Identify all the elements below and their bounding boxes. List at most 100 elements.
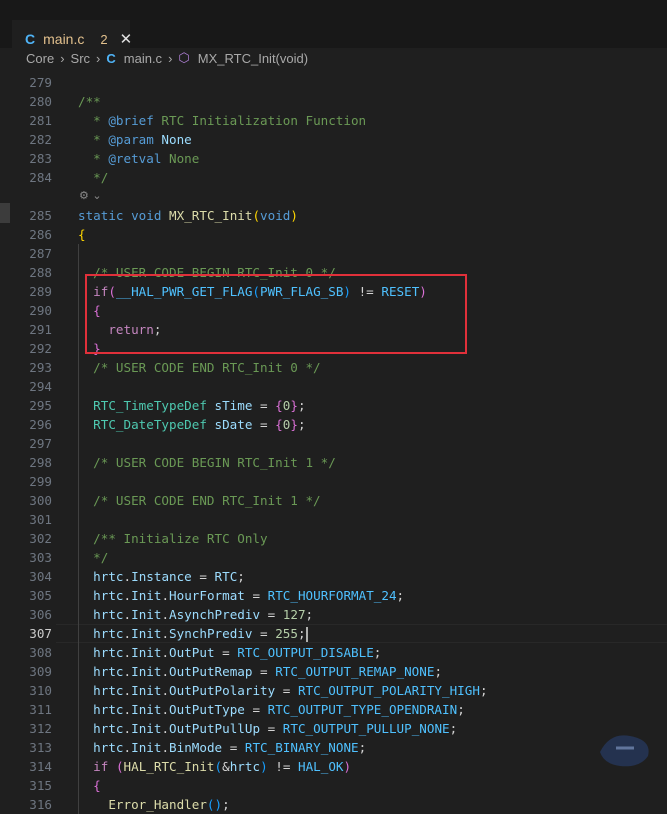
line-code[interactable]: if(__HAL_PWR_GET_FLAG(PWR_FLAG_SB) != RE…: [78, 282, 427, 301]
code-line[interactable]: 309 hrtc.Init.OutPutRemap = RTC_OUTPUT_R…: [0, 662, 667, 681]
line-code[interactable]: return;: [78, 320, 161, 339]
code-line[interactable]: 314 if (HAL_RTC_Init(&hrtc) != HAL_OK): [0, 757, 667, 776]
code-line[interactable]: 287: [0, 244, 667, 263]
line-code[interactable]: hrtc.Init.HourFormat = RTC_HOURFORMAT_24…: [78, 586, 404, 605]
line-code[interactable]: RTC_TimeTypeDef sTime = {0};: [78, 396, 305, 415]
line-code[interactable]: */: [78, 548, 108, 567]
line-code[interactable]: /* USER CODE BEGIN RTC_Init 1 */: [78, 453, 336, 472]
line-code[interactable]: /** Initialize RTC Only: [78, 529, 267, 548]
c-file-icon: C: [106, 50, 116, 66]
line-code[interactable]: }: [78, 339, 101, 358]
code-line[interactable]: 286 {: [0, 225, 667, 244]
line-code[interactable]: hrtc.Init.OutPutPullUp = RTC_OUTPUT_PULL…: [78, 719, 457, 738]
code-line[interactable]: 311 hrtc.Init.OutPutType = RTC_OUTPUT_TY…: [0, 700, 667, 719]
code-line[interactable]: 310 hrtc.Init.OutPutPolarity = RTC_OUTPU…: [0, 681, 667, 700]
line-number: 316: [29, 797, 52, 812]
code-line[interactable]: 312 hrtc.Init.OutPutPullUp = RTC_OUTPUT_…: [0, 719, 667, 738]
code-editor[interactable]: 279 280/** 281 * @brief RTC Initialization…: [0, 68, 667, 814]
code-line[interactable]: 305 hrtc.Init.HourFormat = RTC_HOURFORMA…: [0, 586, 667, 605]
line-code[interactable]: hrtc.Init.OutPutPolarity = RTC_OUTPUT_PO…: [78, 681, 487, 700]
line-code[interactable]: /**: [78, 92, 101, 111]
line-number: 291: [29, 322, 52, 337]
code-line[interactable]: 301: [0, 510, 667, 529]
breadcrumb-symbol[interactable]: MX_RTC_Init(void): [198, 51, 308, 66]
code-line[interactable]: 306 hrtc.Init.AsynchPrediv = 127;: [0, 605, 667, 624]
line-code[interactable]: hrtc.Init.AsynchPrediv = 127;: [78, 605, 313, 624]
line-number: 297: [29, 436, 52, 451]
line-number: 288: [29, 265, 52, 280]
code-line[interactable]: 288 /* USER CODE BEGIN RTC_Init 0 */: [0, 263, 667, 282]
line-code[interactable]: * @brief RTC Initialization Function: [78, 111, 366, 130]
line-code[interactable]: {: [78, 776, 101, 795]
close-icon[interactable]: ✕: [120, 30, 133, 48]
code-line[interactable]: 280 /**: [0, 92, 667, 111]
line-number: 301: [29, 512, 52, 527]
line-code[interactable]: hrtc.Init.OutPutRemap = RTC_OUTPUT_REMAP…: [78, 662, 442, 681]
line-code[interactable]: hrtc.Init.OutPut = RTC_OUTPUT_DISABLE;: [78, 643, 381, 662]
breadcrumb-src[interactable]: Src: [71, 51, 91, 66]
code-line[interactable]: 304 hrtc.Instance = RTC;: [0, 567, 667, 586]
line-code[interactable]: /* USER CODE BEGIN RTC_Init 0 */: [78, 263, 336, 282]
code-line[interactable]: 284 */: [0, 168, 667, 187]
line-code[interactable]: * @param None: [78, 130, 192, 149]
line-number: 311: [29, 702, 52, 717]
code-line[interactable]: 282 * @param None: [0, 130, 667, 149]
code-line[interactable]: 302 /** Initialize RTC Only: [0, 529, 667, 548]
line-code[interactable]: if (HAL_RTC_Init(&hrtc) != HAL_OK): [78, 757, 351, 776]
code-line[interactable]: 315 {: [0, 776, 667, 795]
code-line[interactable]: 298 /* USER CODE BEGIN RTC_Init 1 */: [0, 453, 667, 472]
line-code[interactable]: RTC_DateTypeDef sDate = {0};: [78, 415, 305, 434]
line-code[interactable]: /* USER CODE END RTC_Init 1 */: [78, 491, 320, 510]
code-line[interactable]: 299: [0, 472, 667, 491]
code-line[interactable]: 291 return;: [0, 320, 667, 339]
line-number: 307: [29, 626, 52, 641]
line-number: 295: [29, 398, 52, 413]
line-number: 313: [29, 740, 52, 755]
breadcrumb-core[interactable]: Core: [26, 51, 54, 66]
line-code[interactable]: /* USER CODE END RTC_Init 0 */: [78, 358, 320, 377]
code-line[interactable]: 296 RTC_DateTypeDef sDate = {0};: [0, 415, 667, 434]
line-number: 296: [29, 417, 52, 432]
line-code[interactable]: Error_Handler();: [78, 795, 229, 814]
code-line[interactable]: 281 * @brief RTC Initialization Function: [0, 111, 667, 130]
code-line[interactable]: 283 * @retval None: [0, 149, 667, 168]
code-line[interactable]: 293 /* USER CODE END RTC_Init 0 */: [0, 358, 667, 377]
code-line[interactable]: 300 /* USER CODE END RTC_Init 1 */: [0, 491, 667, 510]
breadcrumb-file[interactable]: main.c: [124, 51, 162, 66]
line-number: 305: [29, 588, 52, 603]
code-line[interactable]: 308 hrtc.Init.OutPut = RTC_OUTPUT_DISABL…: [0, 643, 667, 662]
code-line[interactable]: 279: [0, 73, 667, 92]
code-line[interactable]: 316 Error_Handler();: [0, 795, 667, 814]
line-code[interactable]: {: [78, 225, 86, 244]
line-number: 285: [29, 208, 52, 223]
line-code[interactable]: {: [78, 301, 101, 320]
line-number: 308: [29, 645, 52, 660]
code-line[interactable]: 289 if(__HAL_PWR_GET_FLAG(PWR_FLAG_SB) !…: [0, 282, 667, 301]
line-code[interactable]: hrtc.Init.BinMode = RTC_BINARY_NONE;: [78, 738, 366, 757]
line-code[interactable]: */: [78, 168, 108, 187]
line-number: 315: [29, 778, 52, 793]
code-line[interactable]: 285 static void MX_RTC_Init(void): [0, 206, 667, 225]
code-line[interactable]: 292 }: [0, 339, 667, 358]
line-code[interactable]: hrtc.Init.SynchPrediv = 255;: [78, 624, 308, 643]
breadcrumb: Core › Src › C main.c › ⬡ MX_RTC_Init(vo…: [0, 48, 667, 68]
line-code[interactable]: * @retval None: [78, 149, 199, 168]
line-number: 299: [29, 474, 52, 489]
code-line[interactable]: 290 {: [0, 301, 667, 320]
codelens-icon[interactable]: ⚙ ⌄: [79, 189, 102, 202]
line-number: 286: [29, 227, 52, 242]
line-number: 284: [29, 170, 52, 185]
code-line[interactable]: 295 RTC_TimeTypeDef sTime = {0};: [0, 396, 667, 415]
line-number: 279: [29, 75, 52, 90]
code-line[interactable]: 307 hrtc.Init.SynchPrediv = 255;: [0, 624, 667, 643]
line-code[interactable]: hrtc.Instance = RTC;: [78, 567, 245, 586]
code-line[interactable]: 297: [0, 434, 667, 453]
line-number: 283: [29, 151, 52, 166]
line-code[interactable]: hrtc.Init.OutPutType = RTC_OUTPUT_TYPE_O…: [78, 700, 465, 719]
code-line[interactable]: 294: [0, 377, 667, 396]
code-line[interactable]: 303 */: [0, 548, 667, 567]
line-code[interactable]: static void MX_RTC_Init(void): [78, 206, 298, 225]
c-file-icon: C: [25, 31, 36, 47]
code-line[interactable]: 313 hrtc.Init.BinMode = RTC_BINARY_NONE;: [0, 738, 667, 757]
chevron-right-icon: ›: [168, 50, 173, 66]
